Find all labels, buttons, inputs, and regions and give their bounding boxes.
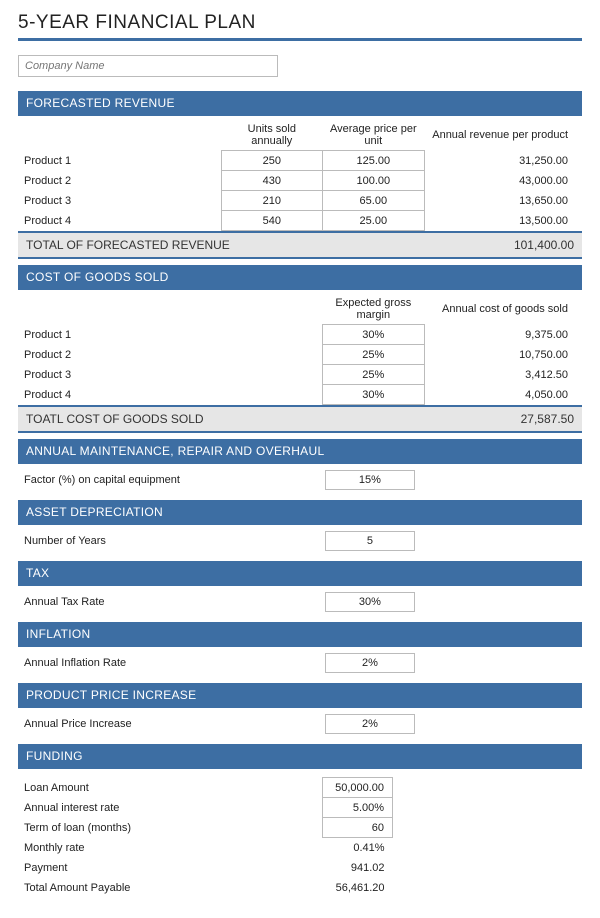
product-name: Product 4 (18, 211, 221, 231)
product-name: Product 1 (18, 151, 221, 171)
price-increase-label: Annual Price Increase (24, 718, 225, 730)
tax-label: Annual Tax Rate (24, 596, 225, 608)
units-cell[interactable]: 250 (221, 151, 323, 171)
col-annual-header: Annual revenue per product (424, 120, 582, 151)
cogs-annual-cell: 9,375.00 (424, 325, 582, 345)
funding-value[interactable]: 60 (323, 818, 393, 838)
table-row: Term of loan (months) 60 (18, 818, 582, 838)
inflation-row: Annual Inflation Rate 2% (18, 647, 582, 683)
col-margin-header: Expected gross margin (323, 294, 425, 325)
units-cell[interactable]: 210 (221, 191, 323, 211)
revenue-total-bar: TOTAL OF FORECASTED REVENUE 101,400.00 (18, 231, 582, 259)
section-header-funding: FUNDING (18, 744, 582, 769)
table-row: Product 3 210 65.00 13,650.00 (18, 191, 582, 211)
revenue-total-label: TOTAL OF FORECASTED REVENUE (26, 238, 230, 252)
funding-label: Payment (18, 858, 221, 878)
price-increase-row: Annual Price Increase 2% (18, 708, 582, 744)
table-row: Product 1 30% 9,375.00 (18, 325, 582, 345)
section-header-revenue: FORECASTED REVENUE (18, 91, 582, 116)
tax-row: Annual Tax Rate 30% (18, 586, 582, 622)
cogs-total-label: TOATL COST OF GOODS SOLD (26, 412, 204, 426)
section-header-maintenance: ANNUAL MAINTENANCE, REPAIR AND OVERHAUL (18, 439, 582, 464)
table-row: Payment 941.02 (18, 858, 582, 878)
col-units-header: Units sold annually (221, 120, 323, 151)
maintenance-row: Factor (%) on capital equipment 15% (18, 464, 582, 500)
depreciation-row: Number of Years 5 (18, 525, 582, 561)
inflation-value[interactable]: 2% (325, 653, 414, 673)
funding-value[interactable]: 50,000.00 (323, 778, 393, 798)
table-row: Product 2 25% 10,750.00 (18, 345, 582, 365)
units-cell[interactable]: 430 (221, 171, 323, 191)
annual-cell: 13,650.00 (424, 191, 582, 211)
annual-cell: 13,500.00 (424, 211, 582, 231)
company-name-input[interactable] (18, 55, 278, 77)
funding-value: 941.02 (323, 858, 393, 878)
funding-label: Monthly rate (18, 838, 221, 858)
inflation-label: Annual Inflation Rate (24, 657, 225, 669)
table-row: Total Amount Payable 56,461.20 (18, 878, 582, 898)
product-name: Product 2 (18, 345, 221, 365)
cogs-total-value: 27,587.50 (521, 412, 574, 426)
funding-table: Loan Amount 50,000.00 Annual interest ra… (18, 777, 582, 898)
units-cell[interactable]: 540 (221, 211, 323, 231)
funding-label: Term of loan (months) (18, 818, 221, 838)
price-cell[interactable]: 25.00 (323, 211, 425, 231)
col-price-header: Average price per unit (323, 120, 425, 151)
table-row: Monthly rate 0.41% (18, 838, 582, 858)
funding-value: 56,461.20 (323, 878, 393, 898)
funding-label: Total Amount Payable (18, 878, 221, 898)
annual-cell: 31,250.00 (424, 151, 582, 171)
table-row: Product 3 25% 3,412.50 (18, 365, 582, 385)
funding-value[interactable]: 5.00% (323, 798, 393, 818)
margin-cell[interactable]: 30% (323, 385, 425, 405)
table-row: Annual interest rate 5.00% (18, 798, 582, 818)
table-row: Product 1 250 125.00 31,250.00 (18, 151, 582, 171)
funding-label: Loan Amount (18, 778, 221, 798)
cogs-annual-cell: 10,750.00 (424, 345, 582, 365)
product-name: Product 1 (18, 325, 221, 345)
maintenance-label: Factor (%) on capital equipment (24, 474, 225, 486)
margin-cell[interactable]: 30% (323, 325, 425, 345)
funding-value: 0.41% (323, 838, 393, 858)
cogs-table: Expected gross margin Annual cost of goo… (18, 294, 582, 405)
product-name: Product 3 (18, 191, 221, 211)
margin-cell[interactable]: 25% (323, 365, 425, 385)
page-title: 5-YEAR FINANCIAL PLAN (18, 12, 582, 34)
table-row: Loan Amount 50,000.00 (18, 778, 582, 798)
product-name: Product 3 (18, 365, 221, 385)
section-header-tax: TAX (18, 561, 582, 586)
depreciation-label: Number of Years (24, 535, 225, 547)
title-rule (18, 38, 582, 41)
price-cell[interactable]: 100.00 (323, 171, 425, 191)
depreciation-value[interactable]: 5 (325, 531, 414, 551)
revenue-table: Units sold annually Average price per un… (18, 120, 582, 231)
price-cell[interactable]: 65.00 (323, 191, 425, 211)
cogs-annual-cell: 3,412.50 (424, 365, 582, 385)
table-row: Product 2 430 100.00 43,000.00 (18, 171, 582, 191)
annual-cell: 43,000.00 (424, 171, 582, 191)
cogs-total-bar: TOATL COST OF GOODS SOLD 27,587.50 (18, 405, 582, 433)
section-header-inflation: INFLATION (18, 622, 582, 647)
price-increase-value[interactable]: 2% (325, 714, 414, 734)
section-header-cogs: COST OF GOODS SOLD (18, 265, 582, 290)
revenue-total-value: 101,400.00 (514, 238, 574, 252)
margin-cell[interactable]: 25% (323, 345, 425, 365)
price-cell[interactable]: 125.00 (323, 151, 425, 171)
section-header-depreciation: ASSET DEPRECIATION (18, 500, 582, 525)
funding-label: Annual interest rate (18, 798, 221, 818)
table-row: Product 4 540 25.00 13,500.00 (18, 211, 582, 231)
cogs-annual-cell: 4,050.00 (424, 385, 582, 405)
tax-value[interactable]: 30% (325, 592, 414, 612)
section-header-price-increase: PRODUCT PRICE INCREASE (18, 683, 582, 708)
product-name: Product 2 (18, 171, 221, 191)
product-name: Product 4 (18, 385, 221, 405)
col-cogs-annual-header: Annual cost of goods sold (424, 294, 582, 325)
table-row: Product 4 30% 4,050.00 (18, 385, 582, 405)
maintenance-value[interactable]: 15% (325, 470, 414, 490)
